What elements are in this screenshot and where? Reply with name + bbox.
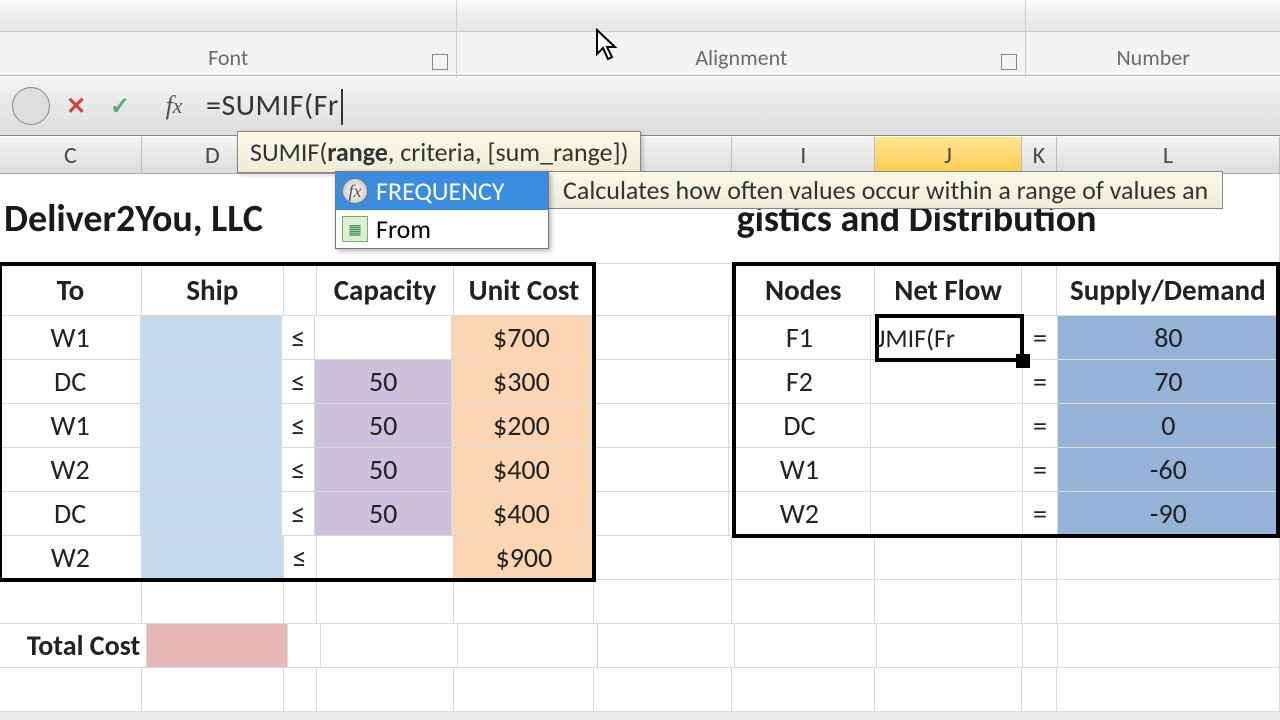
cell-le[interactable]: ≤ — [282, 316, 315, 360]
cell-cap[interactable]: 50 — [315, 404, 452, 448]
cell-netflow[interactable]: JMIF(Fr — [871, 316, 1023, 360]
cell-le[interactable]: ≤ — [282, 404, 315, 448]
cell-sd[interactable]: 70 — [1058, 360, 1280, 404]
cell-netflow[interactable] — [871, 360, 1023, 404]
cell-netflow[interactable] — [871, 492, 1023, 536]
cell-le[interactable]: ≤ — [284, 536, 317, 580]
col-header-k[interactable]: K — [1022, 137, 1057, 173]
cell-le[interactable]: ≤ — [282, 448, 315, 492]
autocomplete-item-frequency[interactable]: fx FREQUENCY — [336, 172, 548, 210]
cell-le[interactable]: ≤ — [282, 360, 315, 404]
cell-cap[interactable] — [315, 316, 452, 360]
autocomplete-item-from[interactable]: ▦ From — [336, 210, 548, 248]
function-icon: fx — [342, 178, 368, 204]
fx-icon[interactable]: fx — [156, 88, 192, 124]
cell-to[interactable]: DC — [0, 360, 141, 404]
cell-ship[interactable] — [142, 536, 284, 580]
ribbon-label-number: Number — [1116, 32, 1190, 75]
hdr-ship[interactable]: Ship — [142, 264, 284, 316]
cell-le[interactable]: ≤ — [282, 492, 315, 536]
cell-netflow[interactable] — [871, 404, 1023, 448]
formula-bar: ✕ ✓ fx =SUMIF(Fr — [0, 76, 1280, 136]
cell-to[interactable]: W2 — [0, 448, 141, 492]
formula-text: =SUMIF(Fr — [206, 87, 339, 124]
cell-node[interactable]: W2 — [729, 492, 871, 536]
ribbon-group-number: Number — [1026, 0, 1280, 78]
cell-ship[interactable] — [141, 316, 282, 360]
ribbon-label-alignment: Alignment — [695, 32, 787, 75]
cell-cap[interactable]: 50 — [315, 360, 452, 404]
ribbon: Font Alignment Number — [0, 0, 1280, 76]
function-syntax-tooltip: SUMIF(range, criteria, [sum_range]) — [237, 131, 641, 173]
cell-cap[interactable] — [317, 536, 455, 580]
hdr-cost[interactable]: Unit Cost — [454, 264, 594, 316]
cell-cap[interactable]: 50 — [315, 492, 452, 536]
dialog-launcher-icon[interactable] — [432, 54, 448, 70]
cell-sd[interactable]: -90 — [1058, 492, 1280, 536]
cell-sd[interactable]: -60 — [1058, 448, 1280, 492]
hdr-to[interactable]: To — [0, 264, 142, 316]
formula-input[interactable]: =SUMIF(Fr — [206, 87, 1280, 126]
cell-ship[interactable] — [141, 492, 282, 536]
autocomplete-list: fx FREQUENCY ▦ From — [335, 171, 549, 249]
enter-button[interactable]: ✓ — [102, 88, 138, 124]
cell-sd[interactable]: 0 — [1058, 404, 1280, 448]
cell-cost[interactable]: $900 — [454, 536, 594, 580]
autocomplete-label: FREQUENCY — [376, 175, 505, 207]
cell-to[interactable]: W2 — [0, 536, 142, 580]
worksheet-grid[interactable]: C D I J K L Deliver2You, LLC gistics and… — [0, 136, 1280, 712]
cell-cost[interactable]: $200 — [452, 404, 591, 448]
total-cost-cell[interactable] — [147, 624, 288, 668]
cell-ship[interactable] — [141, 360, 282, 404]
blank-h[interactable] — [594, 264, 732, 316]
total-cost-label[interactable]: Total Cost — [0, 624, 147, 668]
autocomplete-label: From — [376, 213, 431, 245]
col-header-l[interactable]: L — [1057, 137, 1280, 173]
hdr-eq[interactable] — [1022, 264, 1057, 316]
ribbon-group-font: Font — [0, 0, 456, 78]
cell-eq[interactable]: = — [1023, 448, 1058, 492]
cell-cost[interactable]: $400 — [452, 492, 591, 536]
cell-eq[interactable]: = — [1023, 492, 1058, 536]
cell-ship[interactable] — [141, 448, 282, 492]
cell-cost[interactable]: $300 — [452, 360, 591, 404]
cell-ship[interactable] — [141, 404, 282, 448]
col-header-j[interactable]: J — [875, 137, 1022, 173]
cell-to[interactable]: W1 — [0, 404, 141, 448]
fill-handle[interactable] — [1016, 354, 1030, 368]
cancel-button[interactable]: ✕ — [58, 88, 94, 124]
cell-to[interactable]: DC — [0, 492, 141, 536]
hdr-nodes[interactable]: Nodes — [732, 264, 875, 316]
cell-cost[interactable]: $400 — [452, 448, 591, 492]
hdr-cap[interactable]: Capacity — [317, 264, 455, 316]
cell-to[interactable]: W1 — [0, 316, 141, 360]
cell-node[interactable]: F2 — [729, 360, 871, 404]
hdr-supdem[interactable]: Supply/Demand — [1057, 264, 1280, 316]
col-header-i[interactable]: I — [732, 137, 875, 173]
autocomplete-description: Calculates how often values occur within… — [548, 171, 1223, 209]
col-header-c[interactable]: C — [0, 137, 142, 173]
cell-node[interactable]: DC — [729, 404, 871, 448]
cell-cap[interactable]: 50 — [315, 448, 452, 492]
cell-sd[interactable]: 80 — [1058, 316, 1280, 360]
name-box-dropdown[interactable] — [12, 87, 50, 125]
cell-cost[interactable]: $700 — [452, 316, 591, 360]
ribbon-label-font: Font — [208, 32, 248, 75]
hdr-netflow[interactable]: Net Flow — [875, 264, 1022, 316]
cell-node[interactable]: W1 — [729, 448, 871, 492]
named-range-icon: ▦ — [342, 216, 368, 242]
cell-node[interactable]: F1 — [729, 316, 871, 360]
hdr-le[interactable] — [284, 264, 317, 316]
ribbon-group-alignment: Alignment — [456, 0, 1026, 78]
cell-netflow[interactable] — [871, 448, 1023, 492]
dialog-launcher-icon[interactable] — [1001, 54, 1017, 70]
cell-eq[interactable]: = — [1023, 404, 1058, 448]
